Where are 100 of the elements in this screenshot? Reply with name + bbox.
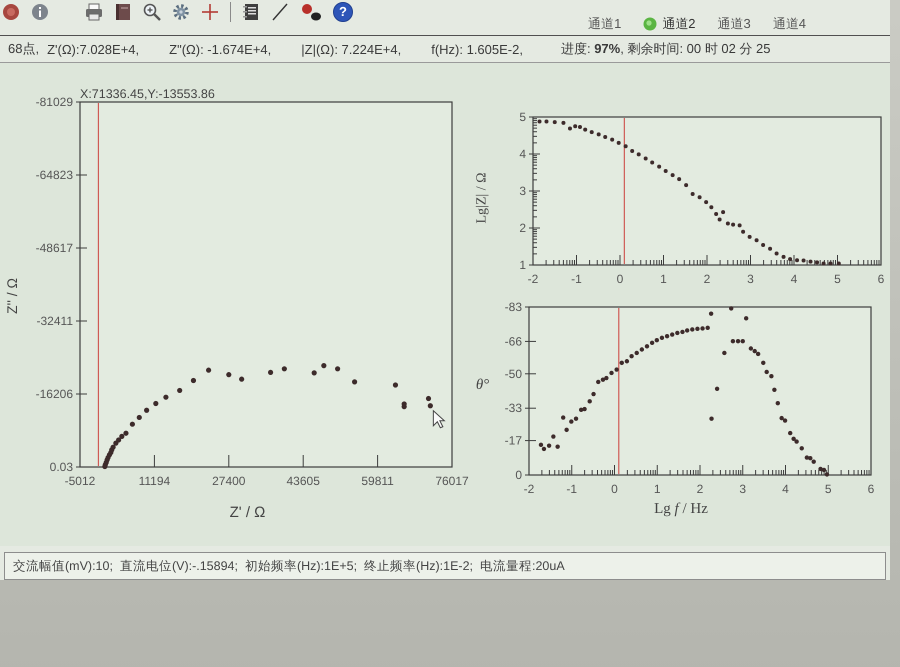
parameter-text: 电流量程:20uA (480, 558, 565, 574)
data-point (788, 257, 792, 262)
data-point (163, 394, 168, 400)
tick-label: 11194 (138, 474, 170, 488)
data-point (772, 388, 777, 392)
dots-icon[interactable] (300, 3, 322, 21)
tick-label: 0 (515, 468, 522, 482)
notebook-icon[interactable] (242, 3, 260, 21)
data-point (538, 119, 542, 124)
data-point (624, 144, 628, 148)
data-point (677, 177, 682, 182)
data-point (636, 152, 641, 156)
line-icon[interactable] (271, 3, 289, 21)
data-point (690, 192, 695, 196)
data-point (552, 120, 557, 124)
tick-label: 27400 (212, 474, 246, 488)
data-point (555, 444, 560, 449)
data-point (708, 311, 714, 316)
tick-label: -83 (504, 300, 522, 314)
cursor-readout: X:71336.45,Y:-13553.86 (80, 88, 215, 101)
tick-label: 5 (834, 272, 841, 286)
data-point (748, 234, 752, 239)
data-point (718, 218, 722, 222)
channel-option[interactable]: 通道2 (643, 15, 696, 33)
data-point (714, 212, 718, 216)
tick-label: 59811 (361, 474, 394, 488)
data-point (588, 399, 592, 404)
tick-label: -66 (504, 334, 522, 348)
data-point (657, 164, 662, 169)
data-point (590, 130, 594, 134)
data-point (800, 446, 804, 450)
tick-label: 5 (519, 110, 526, 124)
tick-label: -48617 (36, 241, 73, 255)
axis-title: Z' / Ω (230, 504, 266, 521)
tick-label: 3 (739, 482, 746, 496)
data-point (828, 262, 833, 266)
tick-label: 6 (868, 482, 874, 496)
tick-label: 76017 (435, 474, 469, 488)
data-point (153, 400, 158, 406)
tick-label: 1 (660, 272, 667, 286)
data-point (738, 223, 742, 228)
tick-label: 0 (611, 482, 618, 496)
data-point (729, 306, 734, 311)
data-point (768, 246, 772, 251)
channel-option[interactable]: 通道4 (772, 15, 806, 33)
tick-label: 3 (747, 272, 754, 286)
parameter-text: 交流幅值(mV):10; (13, 558, 113, 574)
reading-text: Z'(Ω):7.028E+4, (47, 42, 140, 56)
gear-icon[interactable] (172, 3, 190, 21)
data-point (761, 243, 766, 248)
axis-title: Lg f / Hz (654, 501, 708, 518)
axis-title: Lg|Z| / Ω (474, 172, 490, 223)
data-point (610, 138, 614, 142)
tick-label: -2 (528, 272, 538, 286)
help-button[interactable]: ? (333, 2, 353, 22)
info-icon[interactable] (31, 3, 49, 21)
tick-label: -17 (504, 434, 522, 448)
data-point (426, 396, 432, 402)
data-point (782, 254, 786, 259)
disc-icon[interactable] (2, 3, 20, 21)
reading-text: |Z|(Ω): 7.224E+4, (301, 42, 402, 56)
tick-label: 2 (519, 221, 526, 235)
data-point (721, 210, 726, 214)
data-point (722, 350, 727, 356)
zoom-in-icon[interactable] (143, 3, 161, 21)
tick-label: -5012 (64, 474, 96, 488)
tick-label: 4 (782, 482, 789, 496)
reading-text: f(Hz): 1.605E-2, (431, 42, 523, 56)
data-point (808, 260, 813, 264)
data-point (815, 260, 820, 264)
channel-option[interactable]: 通道3 (718, 15, 751, 33)
tick-label: -50 (504, 366, 522, 381)
tick-label: -81029 (36, 95, 73, 109)
data-point (776, 400, 780, 406)
tick-label: -32411 (36, 314, 73, 328)
mouse-pointer-icon (432, 410, 446, 428)
printer-icon[interactable] (85, 3, 103, 21)
data-point (130, 422, 135, 427)
data-point (428, 403, 433, 408)
tick-label: 4 (790, 272, 798, 286)
data-point (698, 195, 702, 200)
data-point (670, 173, 675, 178)
axis-title: Z'' / Ω (4, 277, 20, 314)
data-point (190, 378, 196, 384)
data-point (282, 366, 287, 372)
data-point (795, 258, 800, 262)
data-point (352, 379, 358, 384)
channel-option[interactable]: 通道1 (588, 15, 622, 33)
data-point (561, 415, 566, 420)
data-point (564, 428, 569, 432)
plus-icon[interactable] (201, 3, 219, 21)
data-point (561, 120, 566, 125)
parameter-text: 初始频率(Hz):1E+5; (244, 558, 358, 574)
tick-label: -1 (571, 272, 582, 286)
tick-label: -2 (524, 482, 534, 496)
data-point (239, 376, 244, 382)
data-point (761, 360, 766, 366)
data-point (591, 392, 596, 396)
book-icon[interactable] (114, 3, 132, 21)
tick-label: 4 (519, 147, 526, 161)
